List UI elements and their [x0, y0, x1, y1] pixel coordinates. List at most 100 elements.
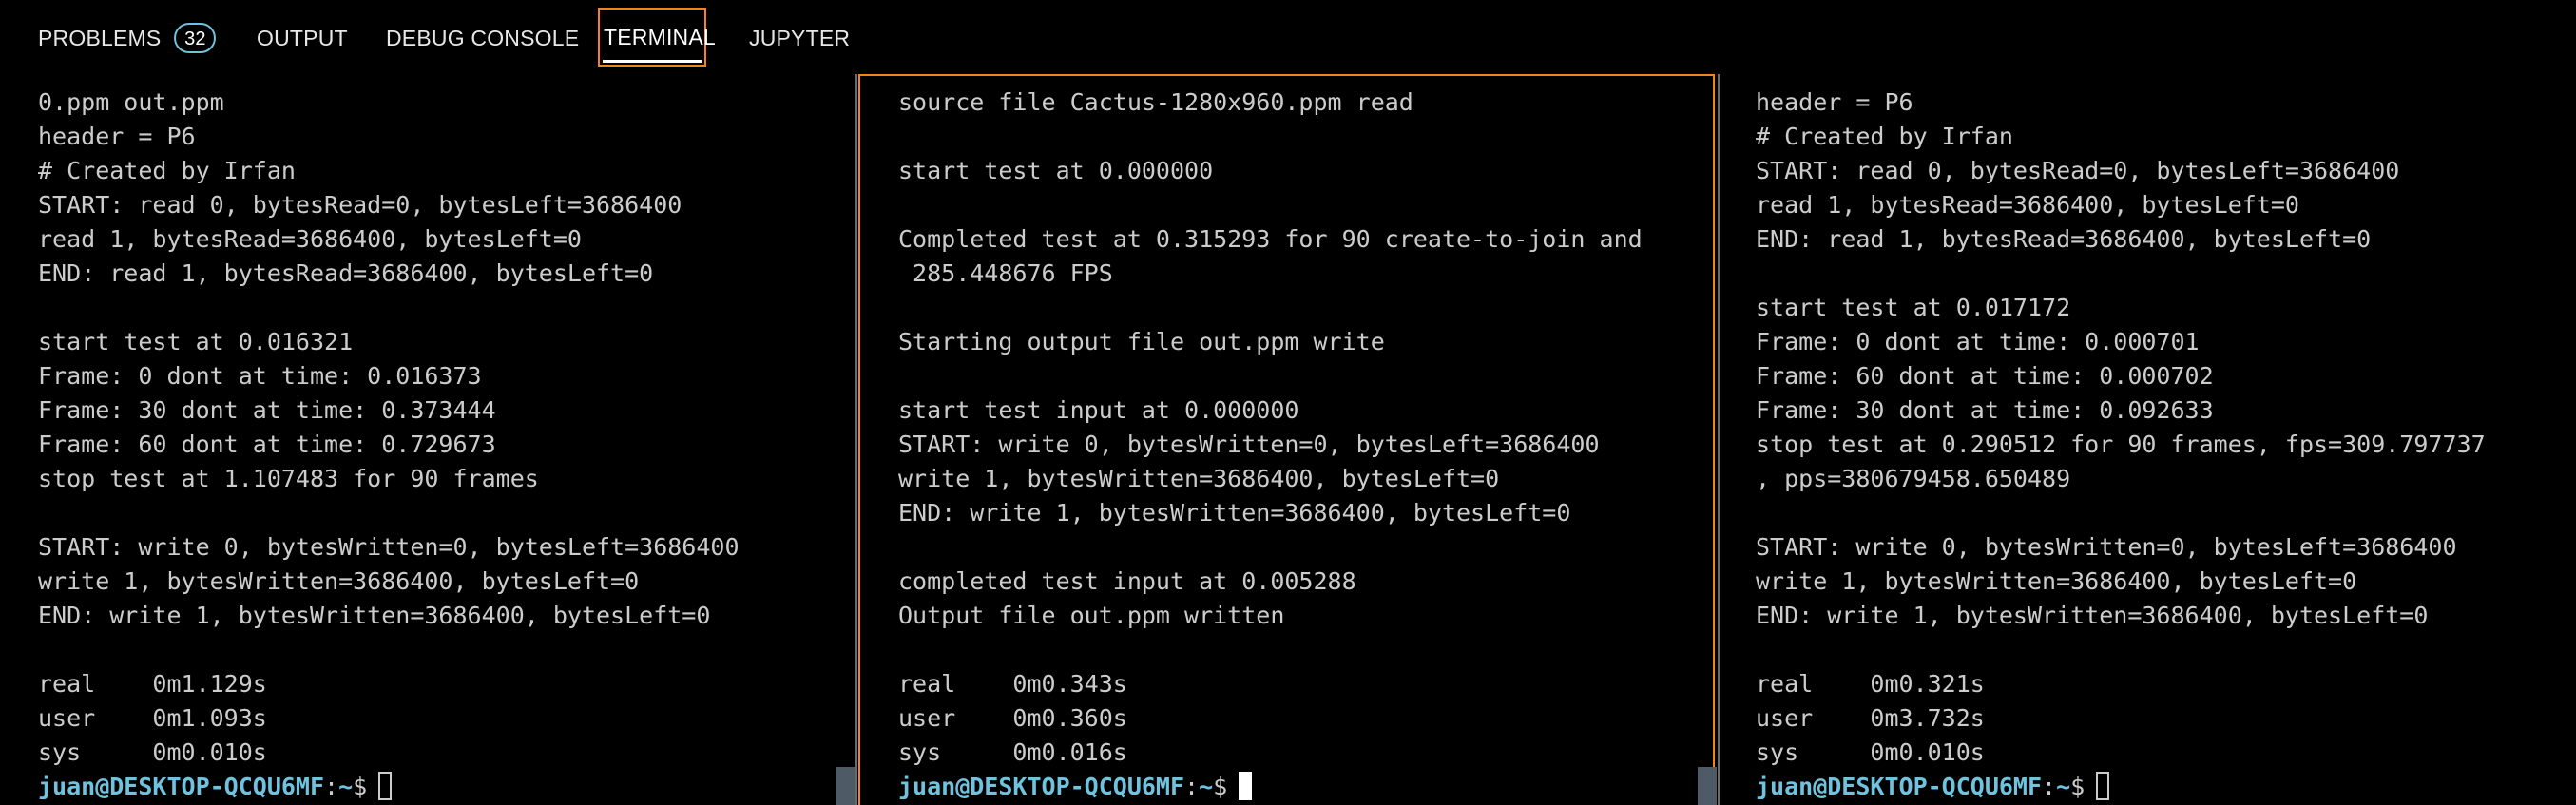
terminal-line: stop test at 1.107483 for 90 frames [38, 465, 539, 492]
prompt-path: ~ [2056, 773, 2071, 800]
terminal-output-right[interactable]: header = P6 # Created by Irfan START: read… [1756, 86, 2486, 804]
terminal-line: Frame: 60 dont at time: 0.000702 [1756, 362, 2214, 390]
terminal-line: START: read 0, bytesRead=0, bytesLeft=36… [38, 191, 682, 219]
terminal-line: start test at 0.000000 [898, 157, 1214, 184]
terminal-line: Frame: 30 dont at time: 0.373444 [38, 396, 496, 424]
terminal-line: start test at 0.016321 [38, 328, 354, 355]
terminal-line: sys 0m0.010s [38, 738, 267, 766]
tab-terminal-label: TERMINAL [604, 25, 716, 49]
terminal-line: # Created by Irfan [1756, 123, 2013, 150]
prompt-user-host: juan@DESKTOP-QCQU6MF [38, 773, 325, 800]
terminal-pane-middle-focused[interactable]: source file Cactus-1280x960.ppm read star… [858, 74, 1715, 805]
terminal-line: START: write 0, bytesWritten=0, bytesLef… [38, 533, 740, 561]
tab-debug-console-label: DEBUG CONSOLE [386, 26, 580, 50]
prompt-separator: : [2042, 773, 2057, 800]
prompt-path: ~ [1199, 773, 1214, 800]
terminal-line: 0.ppm out.ppm [38, 88, 224, 116]
terminal-line: END: write 1, bytesWritten=3686400, byte… [1756, 602, 2429, 629]
terminal-line: Output file out.ppm written [898, 602, 1285, 629]
terminal-line: read 1, bytesRead=3686400, bytesLeft=0 [1756, 191, 2299, 219]
terminal-prompt[interactable]: juan@DESKTOP-QCQU6MF:~$ [1756, 770, 2486, 804]
tab-debug-console[interactable]: DEBUG CONSOLE [382, 11, 583, 65]
terminal-line: source file Cactus-1280x960.ppm read [898, 88, 1413, 116]
terminal-line: Completed test at 0.315293 for 90 create… [898, 225, 1643, 253]
terminal-line: header = P6 [1756, 88, 1913, 116]
prompt-separator: : [1184, 773, 1200, 800]
terminal-line: # Created by Irfan [38, 157, 296, 184]
prompt-user-host: juan@DESKTOP-QCQU6MF [898, 773, 1185, 800]
prompt-symbol: $ [353, 773, 368, 800]
terminal-pane-left[interactable]: 0.ppm out.ppm header = P6 # Created by Irf… [0, 74, 850, 805]
tab-terminal[interactable]: TERMINAL [598, 8, 716, 67]
prompt-symbol: $ [2070, 773, 2086, 800]
terminal-line: END: write 1, bytesWritten=3686400, byte… [38, 602, 711, 629]
terminal-line: END: write 1, bytesWritten=3686400, byte… [898, 499, 1571, 527]
terminal-line: Frame: 0 dont at time: 0.000701 [1756, 328, 2200, 355]
prompt-path: ~ [338, 773, 354, 800]
terminal-line: 285.448676 FPS [898, 259, 1113, 287]
prompt-symbol: $ [1213, 773, 1228, 800]
problems-count-badge: 32 [174, 22, 217, 53]
terminal-line: START: read 0, bytesRead=0, bytesLeft=36… [1756, 157, 2400, 184]
terminal-line: header = P6 [38, 123, 196, 150]
terminal-line: START: write 0, bytesWritten=0, bytesLef… [898, 431, 1600, 458]
tab-problems-label: PROBLEMS [38, 26, 162, 50]
terminal-line: real 0m0.321s [1756, 670, 1985, 698]
terminal-prompt[interactable]: juan@DESKTOP-QCQU6MF:~$ [38, 770, 740, 804]
terminal-line: sys 0m0.010s [1756, 738, 1985, 766]
panel-tab-bar: PROBLEMS 32 OUTPUT DEBUG CONSOLE TERMINAL… [0, 0, 2576, 74]
terminal-output-left[interactable]: 0.ppm out.ppm header = P6 # Created by Irf… [38, 86, 740, 804]
scrollbar-thumb[interactable] [1698, 767, 1717, 805]
terminal-line: start test at 0.017172 [1756, 294, 2071, 321]
tab-jupyter-label: JUPYTER [749, 26, 851, 50]
terminal-line: START: write 0, bytesWritten=0, bytesLef… [1756, 533, 2457, 561]
terminal-line: real 0m0.343s [898, 670, 1127, 698]
terminal-cursor [2096, 772, 2110, 800]
tab-jupyter[interactable]: JUPYTER [745, 11, 854, 65]
terminal-line: END: read 1, bytesRead=3686400, bytesLef… [1756, 225, 2372, 253]
terminal-line: start test input at 0.000000 [898, 396, 1299, 424]
terminal-line: END: read 1, bytesRead=3686400, bytesLef… [38, 259, 654, 287]
terminal-cursor [378, 772, 393, 800]
tab-output-label: OUTPUT [257, 26, 348, 50]
terminal-prompt[interactable]: juan@DESKTOP-QCQU6MF:~$ [898, 770, 1643, 804]
terminal-line: user 0m0.360s [898, 704, 1127, 732]
pane-divider[interactable] [855, 74, 857, 805]
terminal-line: , pps=380679458.650489 [1756, 465, 2071, 492]
prompt-user-host: juan@DESKTOP-QCQU6MF [1756, 773, 2043, 800]
terminal-line: write 1, bytesWritten=3686400, bytesLeft… [38, 567, 640, 595]
terminal-line: sys 0m0.016s [898, 738, 1127, 766]
terminal-output-middle[interactable]: source file Cactus-1280x960.ppm read star… [898, 86, 1643, 804]
tab-problems[interactable]: PROBLEMS 32 [34, 11, 220, 65]
terminal-line: user 0m3.732s [1756, 704, 1985, 732]
terminal-line: Starting output file out.ppm write [898, 328, 1385, 355]
terminal-line: Frame: 60 dont at time: 0.729673 [38, 431, 496, 458]
terminal-line: completed test input at 0.005288 [898, 567, 1356, 595]
terminal-line: Frame: 0 dont at time: 0.016373 [38, 362, 482, 390]
terminal-cursor [1239, 772, 1253, 800]
terminal-line: write 1, bytesWritten=3686400, bytesLeft… [1756, 567, 2357, 595]
terminal-line: Frame: 30 dont at time: 0.092633 [1756, 396, 2214, 424]
terminal-line: read 1, bytesRead=3686400, bytesLeft=0 [38, 225, 582, 253]
pane-divider[interactable] [1718, 74, 1720, 805]
prompt-separator: : [324, 773, 339, 800]
active-tab-indicator [603, 60, 702, 63]
terminal-line: stop test at 0.290512 for 90 frames, fps… [1756, 431, 2486, 458]
scrollbar-thumb[interactable] [836, 767, 855, 805]
terminal-line: user 0m1.093s [38, 704, 267, 732]
terminal-line: real 0m1.129s [38, 670, 267, 698]
tab-output[interactable]: OUTPUT [253, 11, 352, 65]
terminal-pane-right[interactable]: header = P6 # Created by Irfan START: read… [1721, 74, 2576, 805]
